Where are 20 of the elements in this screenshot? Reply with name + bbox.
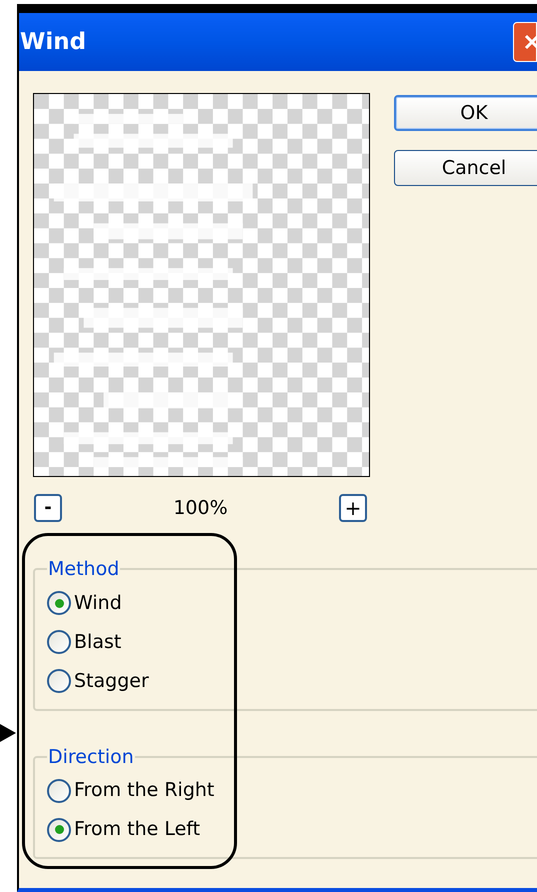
radio-label: From the Left <box>74 817 200 842</box>
close-icon <box>524 32 536 52</box>
group-title: Method <box>47 557 120 582</box>
zoom-out-button[interactable]: - <box>34 494 62 522</box>
radio-label: Wind <box>74 590 122 616</box>
radio-label: Blast <box>74 630 122 655</box>
zoom-in-button[interactable]: + <box>339 494 367 522</box>
radio-button[interactable] <box>47 669 71 693</box>
radio-label: From the Right <box>74 778 214 804</box>
zoom-level: 100% <box>172 496 229 521</box>
dialog-button[interactable]: OK <box>394 95 537 131</box>
radio-button[interactable] <box>47 591 71 615</box>
radio-button[interactable] <box>47 818 71 842</box>
radio-button[interactable] <box>47 630 71 654</box>
dialog-button[interactable]: Cancel <box>394 150 537 186</box>
group-title: Direction <box>47 744 135 770</box>
radio-label: Stagger <box>74 668 149 694</box>
close-button[interactable] <box>513 22 537 62</box>
window-title: Wind <box>19 28 86 57</box>
radio-button[interactable] <box>47 778 71 802</box>
